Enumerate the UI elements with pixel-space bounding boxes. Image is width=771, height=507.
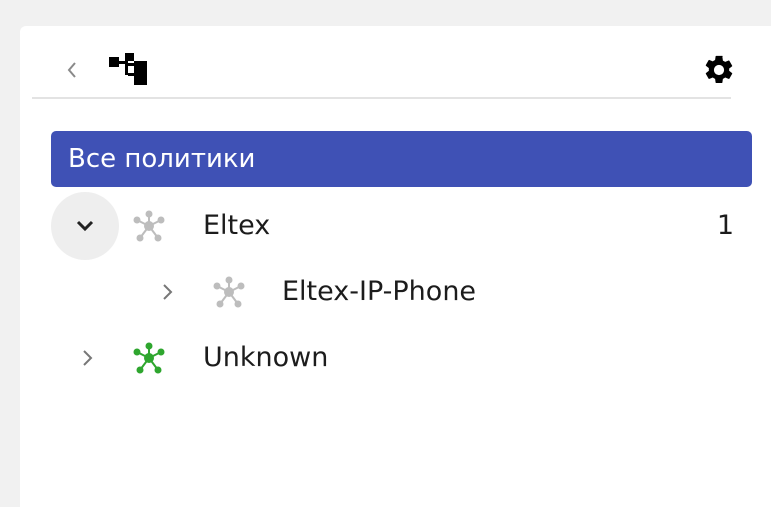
- toolbar: [32, 40, 733, 99]
- expand-toggle[interactable]: [53, 324, 121, 392]
- all-policies-item[interactable]: Все политики: [51, 131, 752, 187]
- collapse-toggle[interactable]: [51, 192, 119, 260]
- chevron-left-icon: [67, 62, 76, 78]
- tree-item-label: Eltex-IP-Phone: [282, 276, 477, 307]
- network-node-icon: [133, 342, 165, 374]
- settings-button[interactable]: [697, 50, 741, 90]
- back-button[interactable]: [60, 58, 84, 82]
- tree-item-eltex[interactable]: Eltex 1: [51, 192, 752, 260]
- tree-item-label: Unknown: [203, 342, 329, 373]
- tree-item-count: 1: [716, 210, 734, 241]
- tree-item-unknown[interactable]: Unknown: [51, 328, 752, 388]
- gear-icon: [705, 55, 733, 84]
- network-node-icon: [213, 276, 245, 308]
- expand-toggle[interactable]: [133, 258, 201, 326]
- tree-structure-icon: [109, 53, 147, 85]
- chevron-right-icon: [83, 350, 93, 366]
- chevron-down-icon: [76, 220, 94, 232]
- tree-view-button[interactable]: [107, 52, 151, 88]
- tree-item-label: Eltex: [203, 210, 271, 241]
- chevron-right-icon: [163, 284, 173, 300]
- tree-item-eltex-ip-phone[interactable]: Eltex-IP-Phone: [51, 262, 752, 322]
- all-policies-label: Все политики: [68, 144, 256, 174]
- network-node-icon: [133, 210, 165, 242]
